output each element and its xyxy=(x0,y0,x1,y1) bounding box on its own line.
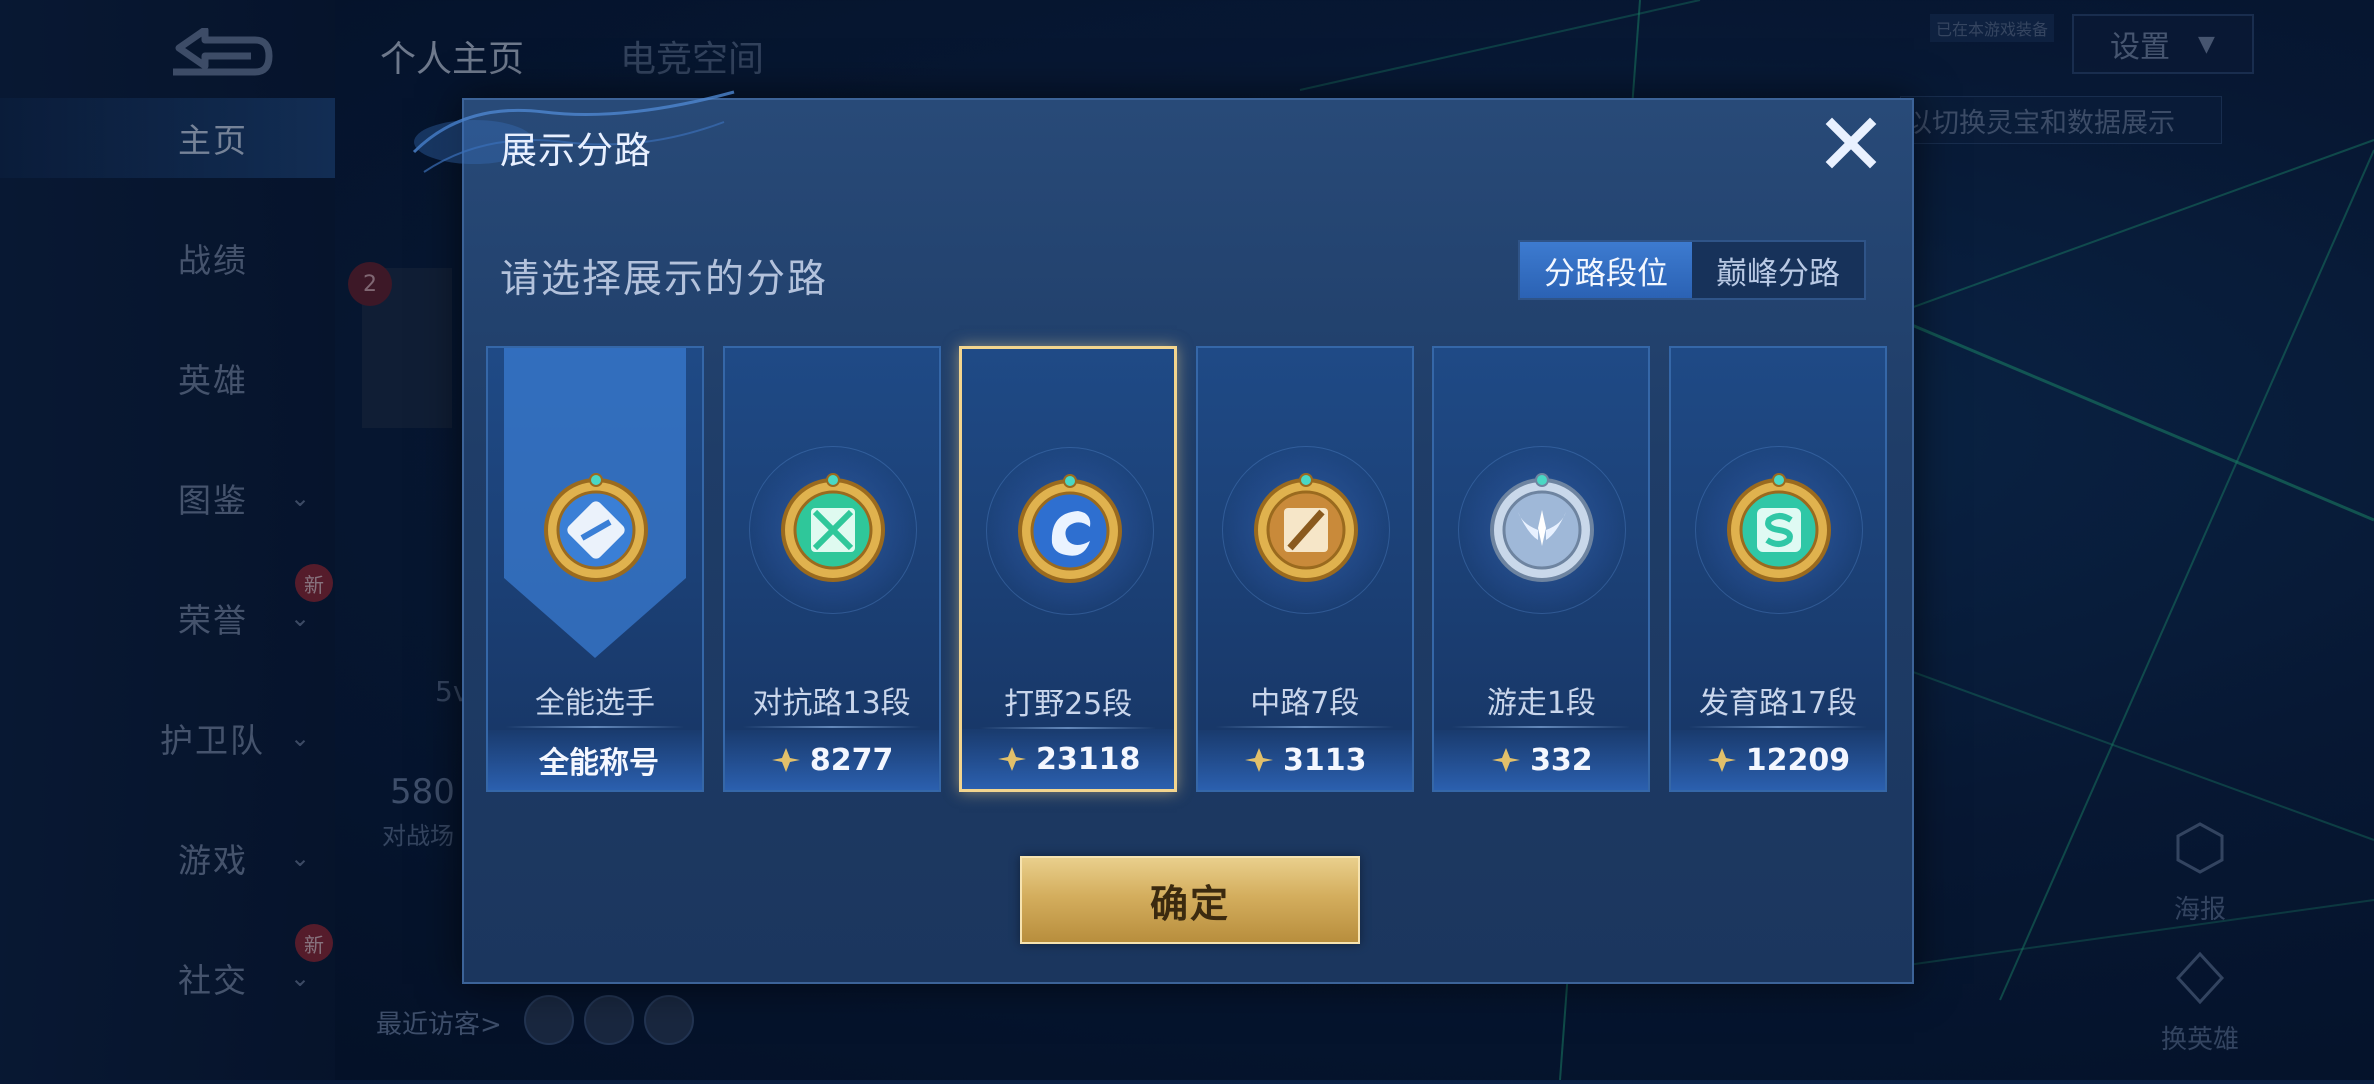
roam-wings-emblem-icon xyxy=(1482,468,1602,592)
points-icon xyxy=(771,748,800,772)
card-divider xyxy=(1452,726,1631,728)
card-footer: 23118 xyxy=(962,729,1175,789)
close-icon[interactable] xyxy=(1822,114,1880,172)
card-divider xyxy=(742,726,921,728)
lane-name: 打野25段 xyxy=(1004,687,1133,722)
confirm-label: 确定 xyxy=(1149,881,1230,926)
lane-name: 游走1段 xyxy=(1486,686,1596,721)
lane-name: 中路7段 xyxy=(1250,686,1360,721)
display-lane-dialog: 展示分路 请选择展示的分路 分路段位 巅峰分路 全能选手 全能称号 对抗路13段 82… xyxy=(412,90,1914,984)
lane-type-switch: 分路段位 巅峰分路 xyxy=(1518,240,1866,300)
card-footer: 3113 xyxy=(1197,730,1412,790)
lane-score: 12209 xyxy=(1745,742,1851,778)
lane-card[interactable]: 对抗路13段 8277 xyxy=(722,346,941,792)
lane-score: 23118 xyxy=(1036,741,1141,777)
tab-lane-rank[interactable]: 分路段位 xyxy=(1520,242,1692,298)
lane-score: 全能称号 xyxy=(539,746,659,781)
card-footer: 332 xyxy=(1434,730,1649,790)
points-icon xyxy=(1707,748,1736,772)
lane-name: 发育路17段 xyxy=(1698,686,1858,721)
points-icon xyxy=(998,747,1026,771)
card-footer: 全能称号 xyxy=(488,730,702,790)
farm-lane-emblem-icon xyxy=(1719,468,1839,592)
lane-name: 全能选手 xyxy=(535,686,655,721)
clash-lane-emblem-icon xyxy=(773,468,893,592)
dialog-title: 展示分路 xyxy=(500,129,652,172)
lane-score: 3113 xyxy=(1283,742,1367,778)
confirm-button[interactable]: 确定 xyxy=(1020,856,1360,944)
tab-peak-lane[interactable]: 巅峰分路 xyxy=(1692,242,1864,298)
card-divider xyxy=(1688,726,1867,728)
points-icon xyxy=(1492,748,1521,772)
lane-card[interactable]: 游走1段 332 xyxy=(1432,346,1651,792)
lane-card[interactable]: 打野25段 23118 xyxy=(959,346,1178,792)
lane-card[interactable]: 全能选手全能称号 xyxy=(486,346,704,792)
lane-score: 332 xyxy=(1530,742,1593,778)
lane-card[interactable]: 中路7段 3113 xyxy=(1195,346,1414,792)
card-divider xyxy=(506,726,684,728)
lane-card-list: 全能选手 全能称号 对抗路13段 8277 打野25段 23118 中路7段 3113 游走1段… xyxy=(486,346,1906,792)
points-icon xyxy=(1245,748,1274,772)
dialog-subtitle: 请选择展示的分路 xyxy=(500,257,829,302)
lane-name: 对抗路13段 xyxy=(752,686,911,721)
mid-lane-emblem-icon xyxy=(1246,468,1366,592)
lane-score: 8277 xyxy=(809,742,894,778)
card-divider xyxy=(1215,726,1394,728)
lane-card[interactable]: 发育路17段 12209 xyxy=(1668,346,1887,792)
jungle-dragon-emblem-icon xyxy=(1010,469,1130,593)
all-round-emblem-icon xyxy=(536,468,656,592)
card-footer: 8277 xyxy=(724,730,939,790)
card-footer: 12209 xyxy=(1670,730,1885,790)
